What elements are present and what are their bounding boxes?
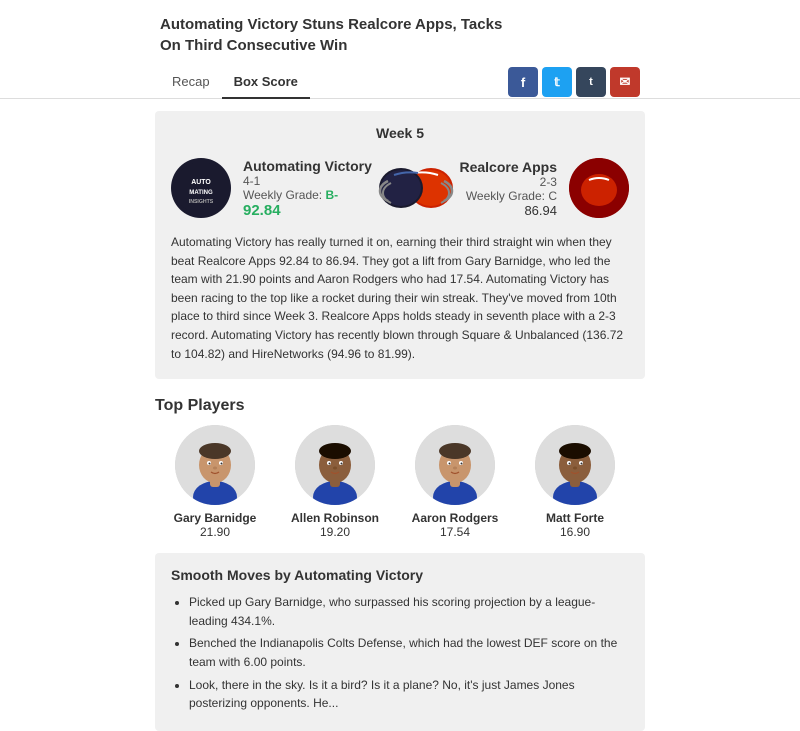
social-icons: f 𝕥 t ✉ (508, 67, 640, 97)
matchup-description: Automating Victory has really turned it … (171, 233, 629, 363)
player-name: Gary Barnidge (174, 511, 257, 525)
team2-info: Realcore Apps 2-3 Weekly Grade: C 86.94 (459, 159, 557, 218)
player-score: 17.54 (440, 525, 470, 539)
list-item: Look, there in the sky. Is it a bird? Is… (189, 676, 629, 713)
list-item: Benched the Indianapolis Colts Defense, … (189, 634, 629, 671)
player-name: Matt Forte (546, 511, 604, 525)
list-item: Picked up Gary Barnidge, who surpassed h… (189, 593, 629, 630)
player-avatar (295, 425, 375, 505)
team2-grade: C (548, 189, 557, 203)
top-players-title: Top Players (155, 397, 645, 415)
matchup-card: Week 5 AUTO MATING INSIGHTS Automating V… (155, 111, 645, 379)
player-score: 21.90 (200, 525, 230, 539)
player-block: Allen Robinson 19.20 (275, 425, 395, 539)
player-block: Gary Barnidge 21.90 (155, 425, 275, 539)
team1-name: Automating Victory (243, 158, 372, 174)
team1-grade: B- (326, 188, 339, 202)
smooth-moves-title: Smooth Moves by Automating Victory (171, 567, 629, 583)
main-content: Week 5 AUTO MATING INSIGHTS Automating V… (0, 111, 800, 731)
vs-divider (376, 153, 456, 223)
player-name: Allen Robinson (291, 511, 379, 525)
svg-text:MATING: MATING (189, 190, 213, 196)
team2-grade-line: Weekly Grade: C (459, 189, 557, 203)
player-name: Aaron Rodgers (412, 511, 499, 525)
team1-block: AUTO MATING INSIGHTS Automating Victory … (171, 158, 372, 219)
svg-text:AUTO: AUTO (191, 179, 211, 186)
facebook-button[interactable]: f (508, 67, 538, 97)
smooth-moves-card: Smooth Moves by Automating Victory Picke… (155, 553, 645, 731)
team2-logo (569, 158, 629, 218)
tumblr-button[interactable]: t (576, 67, 606, 97)
team1-info: Automating Victory 4-1 Weekly Grade: B- … (243, 158, 372, 219)
teams-row: AUTO MATING INSIGHTS Automating Victory … (171, 153, 629, 223)
tabs-left: Recap Box Score (160, 66, 310, 98)
team2-record: 2-3 (459, 175, 557, 189)
team2-block: Realcore Apps 2-3 Weekly Grade: C 86.94 (459, 158, 629, 218)
team1-score: 92.84 (243, 202, 372, 219)
players-row: Gary Barnidge 21.90 (155, 425, 645, 539)
team1-logo: AUTO MATING INSIGHTS (171, 158, 231, 218)
player-score: 16.90 (560, 525, 590, 539)
svg-text:INSIGHTS: INSIGHTS (189, 199, 214, 205)
team2-name: Realcore Apps (459, 159, 557, 175)
week-label: Week 5 (171, 125, 629, 141)
player-block: Aaron Rodgers 17.54 (395, 425, 515, 539)
team1-record: 4-1 (243, 174, 372, 188)
tabs-bar: Recap Box Score f 𝕥 t ✉ (0, 66, 800, 99)
team1-grade-line: Weekly Grade: B- (243, 188, 372, 202)
player-avatar (415, 425, 495, 505)
helmets-graphic (376, 153, 456, 223)
smooth-moves-list: Picked up Gary Barnidge, who surpassed h… (171, 593, 629, 713)
email-button[interactable]: ✉ (610, 67, 640, 97)
player-score: 19.20 (320, 525, 350, 539)
tab-recap[interactable]: Recap (160, 66, 222, 99)
player-avatar (535, 425, 615, 505)
twitter-button[interactable]: 𝕥 (542, 67, 572, 97)
player-block: Matt Forte 16.90 (515, 425, 635, 539)
page-headline: Automating Victory Stuns Realcore Apps, … (0, 0, 800, 66)
team2-score: 86.94 (459, 203, 557, 218)
tab-boxscore[interactable]: Box Score (222, 66, 310, 99)
player-avatar (175, 425, 255, 505)
